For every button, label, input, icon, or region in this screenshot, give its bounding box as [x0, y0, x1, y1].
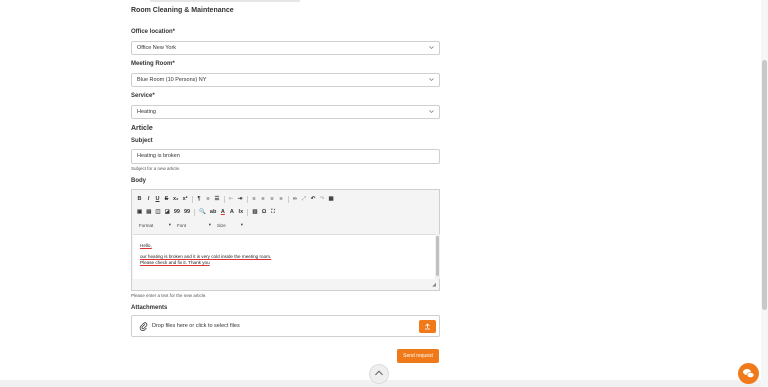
section-title: Room Cleaning & Maintenance	[131, 7, 234, 14]
embed-button[interactable]: ▥	[252, 209, 257, 215]
maximize-button[interactable]: ⛶	[271, 209, 276, 216]
office-location-value: Office New York	[137, 45, 177, 51]
office-location-label: Office location*	[131, 29, 176, 35]
rich-text-editor[interactable]: B I U S x₂ x² ¶ ≡ ☰ ⇤ ⇥ ≡ ≡ ≡ ≡ ∞ ⤢ ↶ ↷ …	[131, 189, 440, 291]
service-select[interactable]: Heating	[131, 105, 440, 119]
bulleted-list-button[interactable]: ≡	[206, 196, 211, 202]
replace-button[interactable]: ab	[210, 209, 216, 215]
align-left-button[interactable]: ≡	[252, 196, 257, 202]
chevron-down-icon	[429, 78, 434, 81]
page-scrollbar[interactable]	[761, 0, 768, 387]
editor-scrollbar-thumb[interactable]	[436, 236, 439, 276]
paperclip-icon	[139, 322, 148, 331]
find-icon[interactable]: 🔍	[199, 209, 206, 215]
toolbar-separator	[194, 208, 196, 216]
table-insert-button[interactable]: ▤	[146, 209, 151, 215]
upload-icon	[425, 323, 430, 330]
font-label: Font	[177, 222, 187, 228]
chevron-down-icon: ▾	[240, 222, 243, 227]
toolbar-separator	[247, 208, 249, 216]
redo-button[interactable]: ↷	[320, 196, 325, 202]
bold-button[interactable]: B	[137, 196, 142, 202]
meeting-room-label: Meeting Room*	[131, 61, 175, 67]
remove-format-button[interactable]: Ix	[238, 209, 244, 215]
meeting-room-select[interactable]: Blue Room (10 Persons) NY	[131, 73, 440, 87]
office-location-select[interactable]: Office New York	[131, 41, 440, 55]
indent-button[interactable]: ⇥	[238, 196, 243, 202]
paste-button[interactable]: ◫	[155, 209, 160, 215]
text-color-button[interactable]: A	[220, 209, 225, 215]
scroll-to-top-button[interactable]	[369, 364, 389, 384]
superscript-button[interactable]: x²	[183, 196, 188, 202]
editor-toolbar-row-2: ▣ ▤ ◫ ◪ 99 99 🔍 ab A A Ix ▥ Ω ⛶	[137, 207, 276, 217]
editor-scrollbar[interactable]	[435, 234, 440, 279]
italic-button[interactable]: I	[146, 196, 151, 202]
service-label: Service*	[131, 93, 155, 99]
numbered-list-button[interactable]: ¶	[197, 196, 202, 202]
special-char-button[interactable]: Ω	[262, 209, 267, 215]
body-hint: Please enter a text for the new article.	[131, 293, 207, 298]
header-edge	[150, 0, 300, 2]
subject-label: Subject	[131, 138, 153, 144]
body-label: Body	[131, 178, 146, 184]
underline-button[interactable]: U	[155, 196, 160, 202]
meeting-room-value: Blue Room (10 Persons) NY	[137, 77, 207, 83]
attachments-dropzone[interactable]: Drop files here or click to select files	[131, 315, 440, 337]
send-request-button[interactable]: Send request	[397, 349, 439, 363]
editor-toolbar-row-1: B I U S x₂ x² ¶ ≡ ☰ ⇤ ⇥ ≡ ≡ ≡ ≡ ∞ ⤢ ↶ ↷ …	[137, 194, 334, 204]
background-color-button[interactable]: A	[229, 209, 234, 215]
format-label: Format	[139, 222, 154, 228]
editor-content[interactable]: Hello, our heating is broken and it is v…	[133, 234, 435, 279]
page-scrollbar-thumb[interactable]	[762, 60, 767, 310]
chat-icon	[743, 369, 755, 378]
format-dropdown[interactable]: Format ▾	[137, 221, 173, 229]
table-button[interactable]: ☰	[215, 196, 220, 202]
size-label: Size	[217, 222, 226, 228]
unlink-button[interactable]: ⤢	[302, 196, 307, 203]
editor-toolbar-row-3: Format ▾ Font ▾ Size ▾	[137, 220, 245, 230]
toolbar-separator	[246, 195, 248, 203]
upload-button[interactable]	[419, 320, 436, 333]
toolbar-separator	[287, 195, 289, 203]
attachments-label: Attachments	[131, 305, 168, 311]
image-button[interactable]: ▣	[137, 209, 142, 215]
align-right-button[interactable]: ≡	[270, 196, 275, 202]
subject-input[interactable]: Heating is broken	[131, 149, 440, 164]
undo-button[interactable]: ↶	[311, 196, 316, 202]
source-button[interactable]: ▦	[329, 196, 334, 202]
chevron-down-icon: ▾	[208, 222, 211, 227]
chevron-down-icon	[429, 110, 434, 113]
subscript-button[interactable]: x₂	[173, 196, 179, 202]
dropzone-text: Drop files here or click to select files	[152, 323, 240, 329]
editor-line: Please check and fix it. Thank you	[140, 260, 210, 265]
paste-text-button[interactable]: ◪	[165, 209, 170, 215]
font-dropdown[interactable]: Font ▾	[175, 221, 213, 229]
size-dropdown[interactable]: Size ▾	[215, 221, 245, 229]
resize-handle-icon[interactable]: ◢	[432, 282, 436, 288]
toolbar-separator	[223, 195, 225, 203]
chat-button[interactable]	[738, 363, 759, 384]
chevron-up-icon	[375, 370, 383, 376]
strike-button[interactable]: S	[164, 196, 169, 202]
service-value: Heating	[137, 109, 156, 115]
align-center-button[interactable]: ≡	[261, 196, 266, 202]
link-button[interactable]: ∞	[293, 196, 298, 202]
blockquote-button[interactable]: 99	[174, 209, 180, 215]
justify-button[interactable]: ≡	[279, 196, 284, 202]
subject-value: Heating is broken	[137, 153, 180, 159]
article-heading: Article	[131, 125, 153, 132]
chevron-down-icon	[429, 46, 434, 49]
subject-hint: Subject for a new article.	[131, 166, 181, 171]
quote-button[interactable]: 99	[184, 209, 190, 215]
toolbar-separator	[191, 195, 193, 203]
chevron-down-icon: ▾	[168, 222, 171, 227]
outdent-button[interactable]: ⇤	[229, 196, 234, 202]
